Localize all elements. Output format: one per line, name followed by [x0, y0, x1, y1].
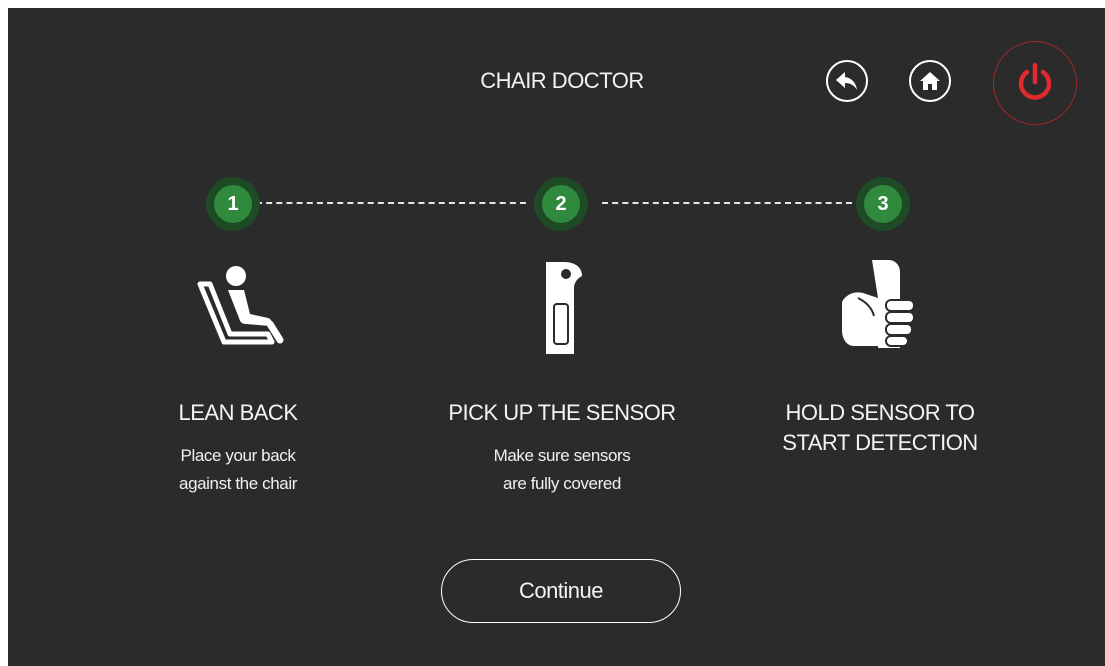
step-title: HOLD SENSOR TO START DETECTION	[730, 398, 1030, 458]
step-indicator-3: 3	[856, 177, 910, 231]
step-description: Place your back against the chair	[88, 442, 388, 498]
step-title-line: HOLD SENSOR TO	[785, 400, 975, 425]
step-description-line: are fully covered	[503, 474, 621, 493]
step-description-line: Make sure sensors	[493, 446, 631, 465]
step-indicator-1: 1	[206, 177, 260, 231]
continue-button[interactable]: Continue	[441, 559, 681, 623]
power-icon	[1018, 62, 1052, 100]
home-button[interactable]	[909, 60, 951, 102]
back-button[interactable]	[826, 60, 868, 102]
page-title: CHAIR DOCTOR	[480, 68, 644, 93]
step-connector	[602, 202, 852, 204]
step-number: 2	[542, 185, 580, 223]
hand-holding-sensor-icon	[830, 258, 920, 363]
power-button[interactable]	[993, 41, 1077, 125]
step-description-line: against the chair	[179, 474, 297, 493]
lean-back-chair-icon	[188, 258, 288, 363]
step-indicator-2: 2	[534, 177, 588, 231]
step-title: PICK UP THE SENSOR	[448, 400, 676, 425]
sensor-handle-icon	[536, 258, 596, 363]
chair-doctor-screen: CHAIR DOCTOR 1 2 3 LEAN BACK PICK UP THE…	[8, 8, 1105, 666]
step-title-line: START DETECTION	[782, 430, 978, 455]
step-title: LEAN BACK	[178, 400, 299, 425]
step-description-line: Place your back	[180, 446, 296, 465]
back-arrow-icon	[836, 72, 857, 90]
home-icon	[920, 72, 940, 90]
step-number: 3	[864, 185, 902, 223]
step-number: 1	[214, 185, 252, 223]
step-connector	[256, 202, 526, 204]
step-description: Make sure sensors are fully covered	[412, 442, 712, 498]
